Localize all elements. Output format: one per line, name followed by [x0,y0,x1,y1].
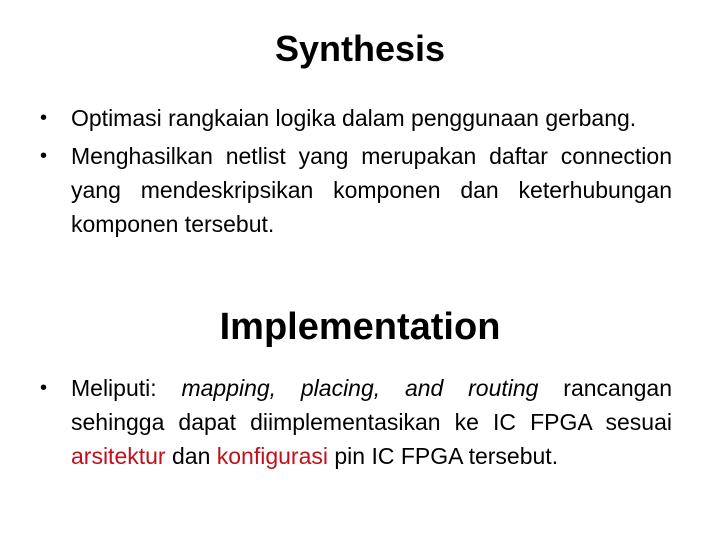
list-item: Menghasilkan netlist yang merupakan daft… [40,139,672,241]
implementation-bullet-list: Meliputi: mapping, placing, and routing … [40,371,672,477]
bullet-prefix: Meliputi: [71,375,182,401]
bullet-suffix: pin IC FPGA tersebut. [327,443,559,469]
highlight-arsitektur: arsitektur [71,443,166,469]
bullet-between: dan [165,443,217,469]
highlight-konfigurasi: konfigurasi [216,443,328,469]
list-item: Meliputi: mapping, placing, and routing … [40,371,672,473]
synthesis-bullet-list: Optimasi rangkaian logika dalam pengguna… [40,101,672,245]
italic-terms: mapping, placing, and routing [181,375,539,401]
list-item: Optimasi rangkaian logika dalam pengguna… [40,101,672,135]
implementation-heading: Implementation [219,306,501,348]
synthesis-heading: Synthesis [274,28,446,69]
